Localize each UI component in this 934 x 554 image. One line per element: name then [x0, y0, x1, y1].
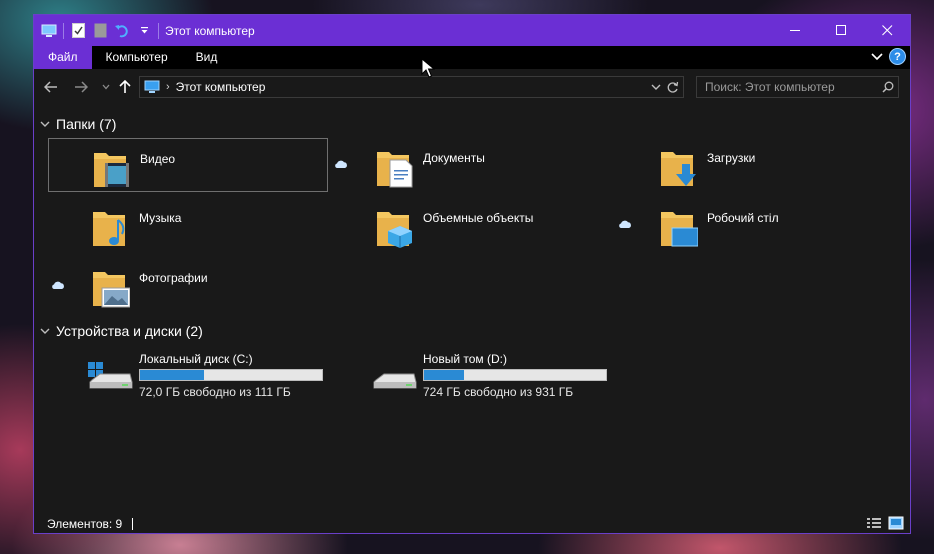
search-box [696, 76, 899, 98]
folders-group-header[interactable]: Папки (7) [40, 114, 116, 134]
breadcrumb[interactable]: Этот компьютер [176, 80, 266, 94]
drive-usage-bar [423, 369, 607, 381]
quick-access-toolbar [34, 15, 159, 46]
folder-item-downloads[interactable]: Загрузки [616, 138, 896, 192]
maximize-button[interactable] [818, 15, 864, 46]
folder-label: Робочий стіл [707, 211, 779, 225]
large-icons-view-button[interactable] [888, 516, 904, 533]
drive-free-space: 724 ГБ свободно из 931 ГБ [423, 385, 574, 399]
refresh-icon [667, 81, 679, 93]
status-divider [132, 517, 134, 530]
drive-item-d[interactable]: Новый том (D:) 724 ГБ свободно из 931 ГБ [372, 352, 662, 402]
undo-icon[interactable] [114, 23, 130, 39]
up-button[interactable] [116, 78, 134, 96]
minimize-icon [789, 30, 800, 31]
folder-label: Документы [423, 151, 485, 165]
3d-objects-folder-icon [377, 212, 412, 248]
folder-label: Объемные объекты [423, 211, 534, 225]
group-title: Устройства и диски (2) [56, 323, 203, 339]
folder-item-pictures[interactable]: Фотографии [48, 258, 328, 312]
drives-group-header[interactable]: Устройства и диски (2) [40, 321, 203, 341]
forward-arrow-icon [75, 81, 88, 93]
downloads-folder-icon [661, 152, 696, 186]
pictures-folder-icon [93, 272, 130, 308]
details-view-button[interactable] [866, 516, 882, 533]
close-icon [881, 25, 892, 36]
drive-label: Новый том (D:) [423, 352, 507, 366]
tab-file[interactable]: Файл [34, 46, 92, 69]
chevron-down-icon [871, 52, 883, 60]
drive-item-c[interactable]: Локальный диск (C:) 72,0 ГБ свободно из … [88, 352, 378, 402]
drive-usage-fill [140, 370, 204, 380]
folder-item-documents[interactable]: Документы [332, 138, 612, 192]
minimize-button[interactable] [772, 15, 818, 46]
drive-label: Локальный диск (C:) [139, 352, 253, 366]
up-arrow-icon [119, 80, 131, 93]
content-area: Папки (7) Видео Документы Загрузки Музык… [34, 105, 910, 515]
folder-label: Фотографии [139, 271, 208, 285]
computer-icon [144, 80, 160, 93]
video-folder-icon [94, 153, 129, 187]
mouse-pointer-icon [421, 58, 435, 78]
window-controls [772, 15, 910, 46]
folder-item-video[interactable]: Видео [48, 138, 328, 192]
computer-icon[interactable] [41, 23, 57, 39]
address-history-button[interactable] [651, 80, 661, 97]
close-button[interactable] [864, 15, 910, 46]
search-input[interactable] [697, 80, 878, 94]
collapse-chevron-icon [40, 121, 50, 127]
folder-item-music[interactable]: Музыка [48, 198, 328, 252]
explorer-window: Этот компьютер Файл Компьютер Вид ? › Эт… [33, 14, 911, 534]
ribbon-tabs: Файл Компьютер Вид ? [34, 46, 910, 69]
help-button[interactable]: ? [889, 48, 906, 65]
customize-toolbar-icon[interactable] [136, 23, 152, 39]
system-drive-icon [88, 362, 133, 389]
recent-locations-button[interactable] [97, 78, 115, 96]
folder-item-3d-objects[interactable]: Объемные объекты [332, 198, 612, 252]
maximize-icon [835, 25, 846, 35]
collapse-chevron-icon [40, 328, 50, 334]
desktop-folder-icon [661, 212, 698, 247]
forward-button[interactable] [72, 78, 90, 96]
hard-drive-icon [373, 373, 417, 389]
folder-item-desktop[interactable]: Робочий стіл [616, 198, 896, 252]
drive-free-space: 72,0 ГБ свободно из 111 ГБ [139, 385, 291, 399]
navigation-bar: › Этот компьютер [34, 69, 910, 105]
folder-label: Видео [140, 152, 176, 166]
drive-usage-bar [139, 369, 323, 381]
item-count: Элементов: 9 [47, 516, 123, 531]
folder-label: Музыка [139, 211, 182, 225]
address-bar[interactable]: › Этот компьютер [139, 76, 684, 98]
music-folder-icon [93, 212, 125, 246]
title-bar[interactable]: Этот компьютер [34, 15, 910, 46]
tab-view[interactable]: Вид [182, 46, 232, 69]
view-switcher [866, 516, 904, 533]
status-bar: Элементов: 9 [34, 514, 910, 533]
large-icons-view-icon [888, 516, 904, 530]
back-button[interactable] [42, 78, 60, 96]
back-arrow-icon [44, 81, 57, 93]
toolbar-separator [158, 22, 159, 39]
tab-computer[interactable]: Компьютер [92, 46, 182, 69]
chevron-right-icon: › [166, 81, 170, 93]
toolbar-separator [63, 22, 64, 39]
recent-dropdown-icon [102, 84, 110, 90]
properties-icon[interactable] [70, 23, 86, 39]
search-icon[interactable] [878, 81, 898, 93]
window-title: Этот компьютер [165, 23, 255, 38]
chevron-down-icon [651, 84, 661, 90]
documents-folder-icon [377, 152, 413, 188]
group-title: Папки (7) [56, 116, 117, 132]
ribbon-controls: ? [871, 48, 906, 65]
refresh-button[interactable] [666, 80, 679, 97]
folder-label: Загрузки [707, 151, 756, 165]
new-folder-icon[interactable] [92, 23, 108, 39]
drive-usage-fill [424, 370, 465, 380]
details-view-icon [867, 518, 881, 528]
expand-ribbon-button[interactable] [871, 52, 883, 61]
